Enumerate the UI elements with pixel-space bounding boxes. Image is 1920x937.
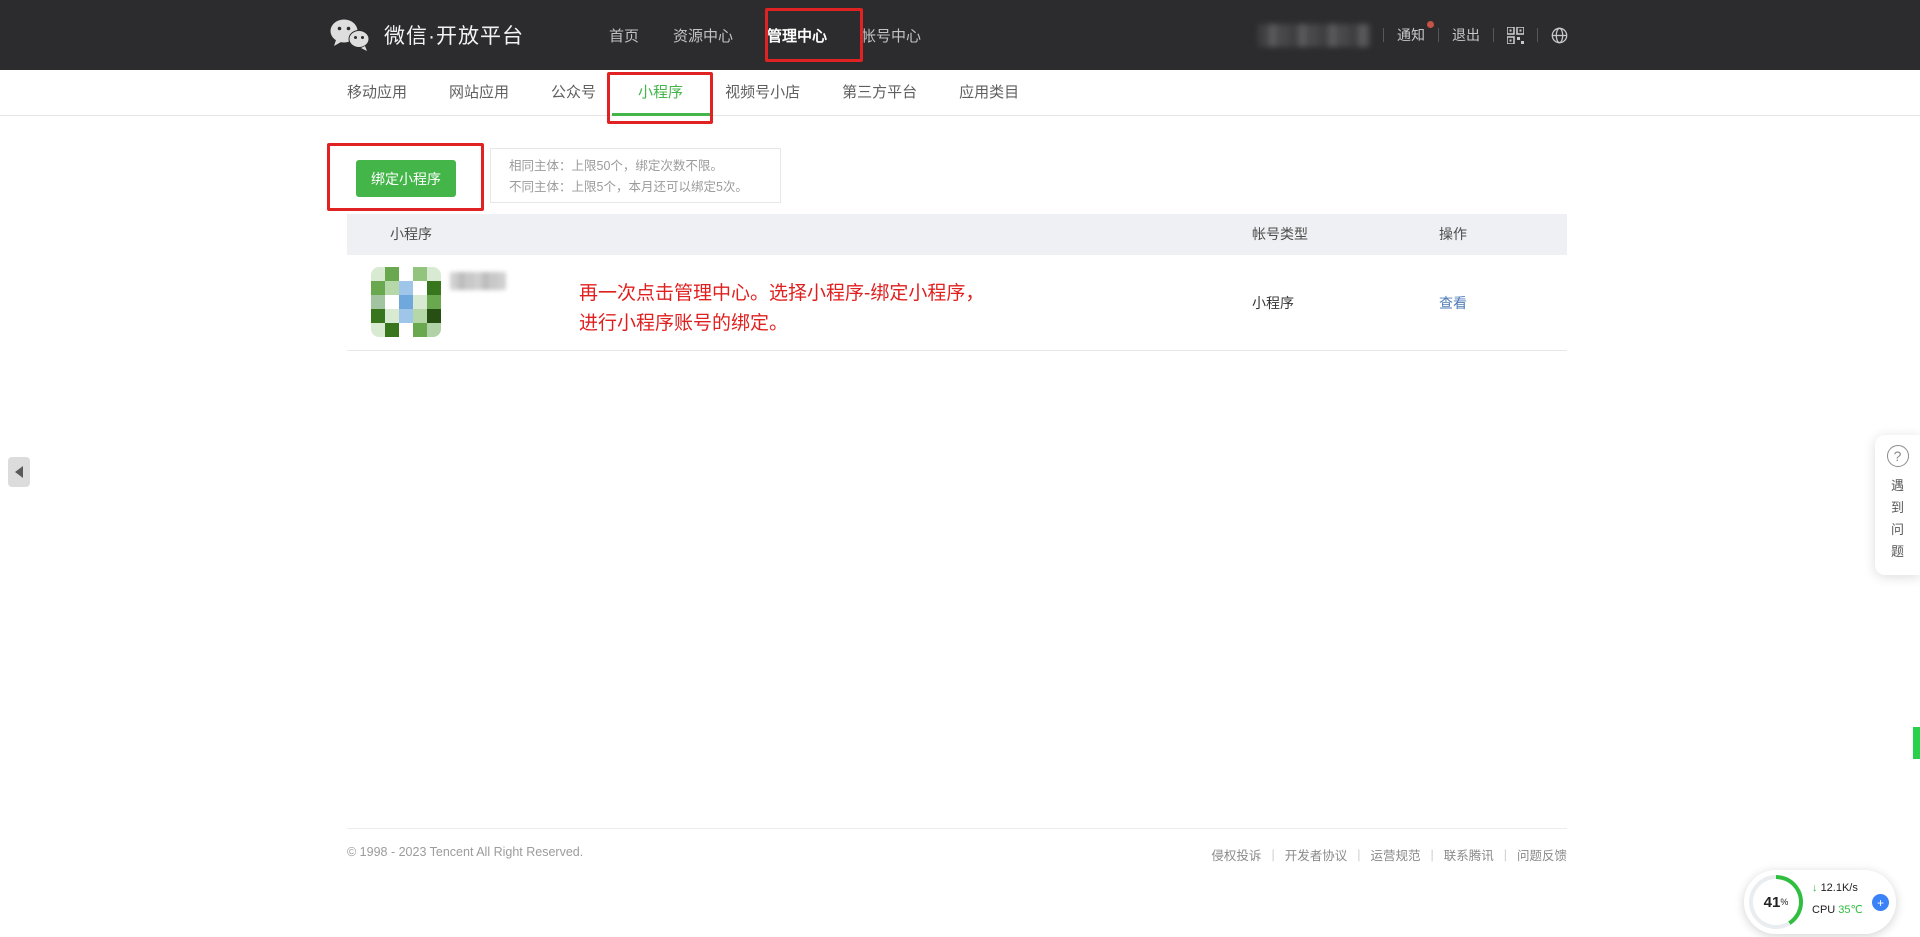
footer-link-developer-agreement[interactable]: 开发者协议	[1285, 845, 1348, 864]
bind-mini-program-button[interactable]: 绑定小程序	[356, 160, 456, 197]
language-globe-icon[interactable]	[1551, 27, 1568, 44]
top-header: 微信·开放平台 首页 资源中心 管理中心 帐号中心 通知 退出	[0, 0, 1920, 70]
network-speed: ↓ 12.1K/s	[1812, 882, 1858, 894]
header-right-cluster: 通知 退出	[1258, 0, 1568, 70]
column-mini-program: 小程序	[390, 214, 432, 255]
annotation-line-2: 进行小程序账号的绑定。	[579, 309, 984, 339]
help-floating-widget[interactable]: ? 遇到问题	[1875, 435, 1920, 575]
usage-percent-unit: %	[1780, 897, 1788, 907]
tab-official-account[interactable]: 公众号	[551, 70, 596, 116]
notification-dot	[1427, 21, 1434, 28]
column-action: 操作	[1439, 214, 1467, 255]
usage-ring-value: 41%	[1753, 879, 1799, 925]
download-arrow-icon: ↓	[1812, 882, 1818, 894]
brand-title: 微信·开放平台	[384, 20, 524, 50]
mini-program-name-blurred	[450, 272, 506, 290]
network-speed-value: 12.1K/s	[1821, 882, 1858, 894]
divider: |	[1357, 848, 1360, 862]
app-type-tabbar: 移动应用 网站应用 公众号 小程序 视频号小店 第三方平台 应用类目	[0, 70, 1920, 116]
hint-line-1: 相同主体：上限50个，绑定次数不限。	[509, 156, 780, 177]
table-row: 再一次点击管理中心。选择小程序-绑定小程序， 进行小程序账号的绑定。 小程序 查…	[347, 255, 1567, 351]
column-account-type: 帐号类型	[1252, 214, 1308, 255]
footer-link-contact-tencent[interactable]: 联系腾讯	[1444, 845, 1494, 864]
footer-link-operation-rules[interactable]: 运营规范	[1370, 845, 1420, 864]
qr-code-icon[interactable]	[1507, 27, 1524, 44]
tutorial-annotation: 再一次点击管理中心。选择小程序-绑定小程序， 进行小程序账号的绑定。	[579, 279, 984, 339]
footer-link-infringement[interactable]: 侵权投诉	[1211, 845, 1261, 864]
tab-website-app[interactable]: 网站应用	[449, 70, 509, 116]
copyright-text: © 1998 - 2023 Tencent All Right Reserved…	[347, 845, 583, 864]
account-type-cell: 小程序	[1252, 255, 1294, 351]
page-footer: © 1998 - 2023 Tencent All Right Reserved…	[347, 828, 1567, 864]
tab-mobile-app[interactable]: 移动应用	[347, 70, 407, 116]
tab-app-category[interactable]: 应用类目	[959, 70, 1019, 116]
hint-line-2: 不同主体：上限5个，本月还可以绑定5次。	[509, 177, 780, 198]
view-link[interactable]: 查看	[1439, 255, 1467, 351]
nav-account-center[interactable]: 帐号中心	[861, 25, 921, 46]
scrollbar-green-marker	[1913, 727, 1920, 759]
nav-home[interactable]: 首页	[609, 25, 639, 46]
mini-program-table: 小程序 帐号类型 操作 再一次点击管理中心。选择小程序-绑定小程序， 进行小程序…	[347, 214, 1567, 351]
divider	[1383, 28, 1384, 42]
mini-program-avatar-blurred	[371, 267, 441, 337]
divider: |	[1504, 848, 1507, 862]
sidebar-collapse-button[interactable]	[8, 457, 30, 487]
table-header: 小程序 帐号类型 操作	[347, 214, 1567, 255]
nav-management-center[interactable]: 管理中心	[767, 25, 827, 46]
divider	[1493, 28, 1494, 42]
cpu-status: CPU 35℃	[1812, 903, 1863, 916]
logout-link[interactable]: 退出	[1452, 25, 1480, 45]
usage-ring: 41%	[1749, 875, 1803, 929]
tab-channels-shop[interactable]: 视频号小店	[725, 70, 800, 116]
wechat-open-platform-page: 微信·开放平台 首页 资源中心 管理中心 帐号中心 通知 退出	[0, 0, 1920, 937]
plus-icon[interactable]: +	[1872, 894, 1889, 911]
account-name-blurred[interactable]	[1258, 24, 1370, 47]
cpu-temperature: 35℃	[1838, 904, 1863, 916]
collapse-arrow-icon	[15, 466, 23, 478]
cpu-label: CPU	[1812, 904, 1835, 916]
divider: |	[1271, 848, 1274, 862]
brand-area: 微信·开放平台	[328, 0, 524, 70]
notifications-link[interactable]: 通知	[1397, 25, 1425, 45]
bind-quota-hint: 相同主体：上限50个，绑定次数不限。 不同主体：上限5个，本月还可以绑定5次。	[490, 148, 781, 203]
usage-percent: 41	[1764, 894, 1781, 911]
footer-links: 侵权投诉 | 开发者协议 | 运营规范 | 联系腾讯 | 问题反馈	[1211, 845, 1567, 864]
divider	[1438, 28, 1439, 42]
help-widget-label: 遇到问题	[1890, 475, 1906, 563]
tab-mini-program[interactable]: 小程序	[638, 70, 683, 116]
primary-nav: 首页 资源中心 管理中心 帐号中心	[609, 0, 921, 70]
divider	[1537, 28, 1538, 42]
question-mark-icon: ?	[1887, 445, 1909, 467]
divider: |	[1430, 848, 1433, 862]
annotation-line-1: 再一次点击管理中心。选择小程序-绑定小程序，	[579, 279, 984, 309]
nav-resource-center[interactable]: 资源中心	[673, 25, 733, 46]
performance-monitor-widget: 41% ↓ 12.1K/s CPU 35℃ +	[1744, 870, 1896, 934]
footer-link-feedback[interactable]: 问题反馈	[1517, 845, 1567, 864]
tab-third-party-platform[interactable]: 第三方平台	[842, 70, 917, 116]
wechat-logo-icon	[328, 17, 372, 53]
